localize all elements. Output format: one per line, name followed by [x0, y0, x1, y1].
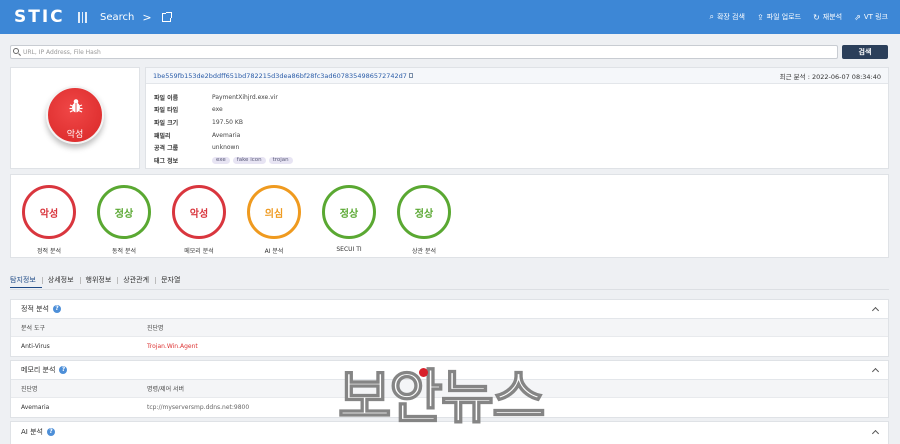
verdict-ring: 정상: [97, 185, 151, 239]
verdict-ai[interactable]: 의심 AI 분석: [244, 185, 304, 255]
tag-chip[interactable]: trojan: [268, 156, 293, 164]
menu-icon[interactable]: [78, 11, 90, 23]
tab-correlation[interactable]: 상관관계: [117, 275, 155, 288]
file-detail-panel: 1be559fb153de2bddff651bd782215d3dea86bf2…: [145, 67, 889, 169]
tab-behavior-info[interactable]: 행위정보: [79, 275, 118, 288]
refresh-icon: ↻: [813, 12, 820, 22]
analysis-verdicts-panel: 악성 정적 분석 정상 동적 분석 악성 메모리 분석 의심 AI 분석 정상 …: [10, 174, 889, 258]
detail-tabs: 탐지정보 상세정보 행위정보 상관관계 문자열: [10, 275, 186, 288]
reanalyze-button[interactable]: ↻ 재분석: [813, 12, 842, 22]
watermark-dot: [419, 368, 428, 377]
verdict-dynamic[interactable]: 정상 동적 분석: [94, 185, 154, 255]
top-bar: STIC Search > ⌕ 확장 검색 ⇪ 파일 업로드 ↻ 재분석 ⇗ V…: [0, 0, 900, 34]
tab-strings[interactable]: 문자열: [155, 275, 186, 288]
copy-icon[interactable]: [408, 73, 413, 78]
section-header[interactable]: 정적 분석 ?: [11, 300, 888, 319]
info-row-tags: 태그 정보 exe fake icon trojan: [154, 154, 888, 167]
static-analysis-table: 분석 도구 진단명 Anti-Virus Trojan.Win.Agent: [11, 319, 888, 356]
static-analysis-section: 정적 분석 ? 분석 도구 진단명 Anti-Virus Trojan.Win.…: [10, 299, 889, 357]
help-icon[interactable]: ?: [53, 305, 61, 313]
top-actions: ⌕ 확장 검색 ⇪ 파일 업로드 ↻ 재분석 ⇗ VT 링크: [709, 12, 900, 22]
verdict-static[interactable]: 악성 정적 분석: [19, 185, 79, 255]
file-hash[interactable]: 1be559fb153de2bddff651bd782215d3dea86bf2…: [153, 72, 407, 80]
tag-list: exe fake icon trojan: [212, 156, 293, 164]
vt-link-button[interactable]: ⇗ VT 링크: [854, 12, 888, 22]
chevron-up-icon[interactable]: [871, 429, 880, 437]
malicious-label: 악성: [66, 130, 84, 140]
search-row: 검색: [10, 45, 888, 59]
info-row-family: 패밀리 Avemaria: [154, 131, 241, 140]
hash-bar: 1be559fb153de2bddff651bd782215d3dea86bf2…: [146, 68, 888, 84]
table-header: 분석 도구 진단명: [11, 319, 888, 337]
search-icon: ⌕: [709, 12, 714, 21]
verdict-ring: 악성: [22, 185, 76, 239]
table-row: Anti-Virus Trojan.Win.Agent: [21, 343, 198, 350]
bug-icon: [69, 99, 83, 113]
search-button[interactable]: 검색: [842, 45, 888, 59]
verdict-ring: 정상: [397, 185, 451, 239]
help-icon[interactable]: ?: [59, 366, 68, 374]
verdict-ring: 정상: [322, 185, 376, 239]
upload-icon: ⇪: [756, 12, 764, 22]
chevron-up-icon[interactable]: [871, 306, 880, 315]
malicious-badge: 악성: [46, 86, 104, 144]
file-upload-button[interactable]: ⇪ 파일 업로드: [757, 12, 801, 22]
search-input[interactable]: [10, 45, 838, 59]
verdict-ring: 악성: [172, 185, 226, 239]
search-icon: [13, 48, 19, 54]
verdict-ring: 의심: [247, 185, 301, 239]
last-analysis-time: 최근 분석 : 2022-06-07 08:34:40: [779, 72, 881, 81]
file-info-list: 파일 이름 PaymentXihjrd.exe.vir 파일 타입 exe 파일…: [146, 84, 888, 167]
help-icon[interactable]: ?: [46, 427, 55, 436]
verdict-correlation[interactable]: 정상 상관 분석: [394, 185, 454, 255]
verdict-icon-panel: 악성: [10, 67, 140, 169]
verdict-memory[interactable]: 악성 메모리 분석: [169, 185, 229, 255]
app-logo[interactable]: STIC: [0, 7, 78, 27]
info-row-attack-group: 공격 그룹 unknown: [154, 144, 240, 153]
info-row-file-type: 파일 타입 exe: [154, 106, 223, 115]
external-link-icon[interactable]: [161, 11, 172, 22]
tab-detail-info[interactable]: 상세정보: [41, 275, 80, 288]
info-row-file-size: 파일 크기 197.50 KB: [154, 118, 243, 127]
chevron-right-icon: >: [142, 10, 152, 24]
tag-chip[interactable]: exe: [212, 156, 230, 164]
nav-search-label[interactable]: Search: [100, 12, 134, 23]
chevron-up-icon[interactable]: [871, 367, 880, 376]
info-row-file-name: 파일 이름 PaymentXihjrd.exe.vir: [154, 93, 278, 102]
tab-detection-info[interactable]: 탐지정보: [10, 275, 42, 288]
tag-chip[interactable]: fake icon: [232, 156, 266, 164]
tabs-divider: [10, 289, 889, 290]
extended-search-button[interactable]: ⌕ 확장 검색: [709, 12, 744, 22]
external-link-icon: ⇗: [854, 12, 861, 22]
verdict-secui-ti[interactable]: 정상 SECUI TI: [319, 185, 379, 253]
watermark: 보안뉴스: [337, 363, 546, 431]
